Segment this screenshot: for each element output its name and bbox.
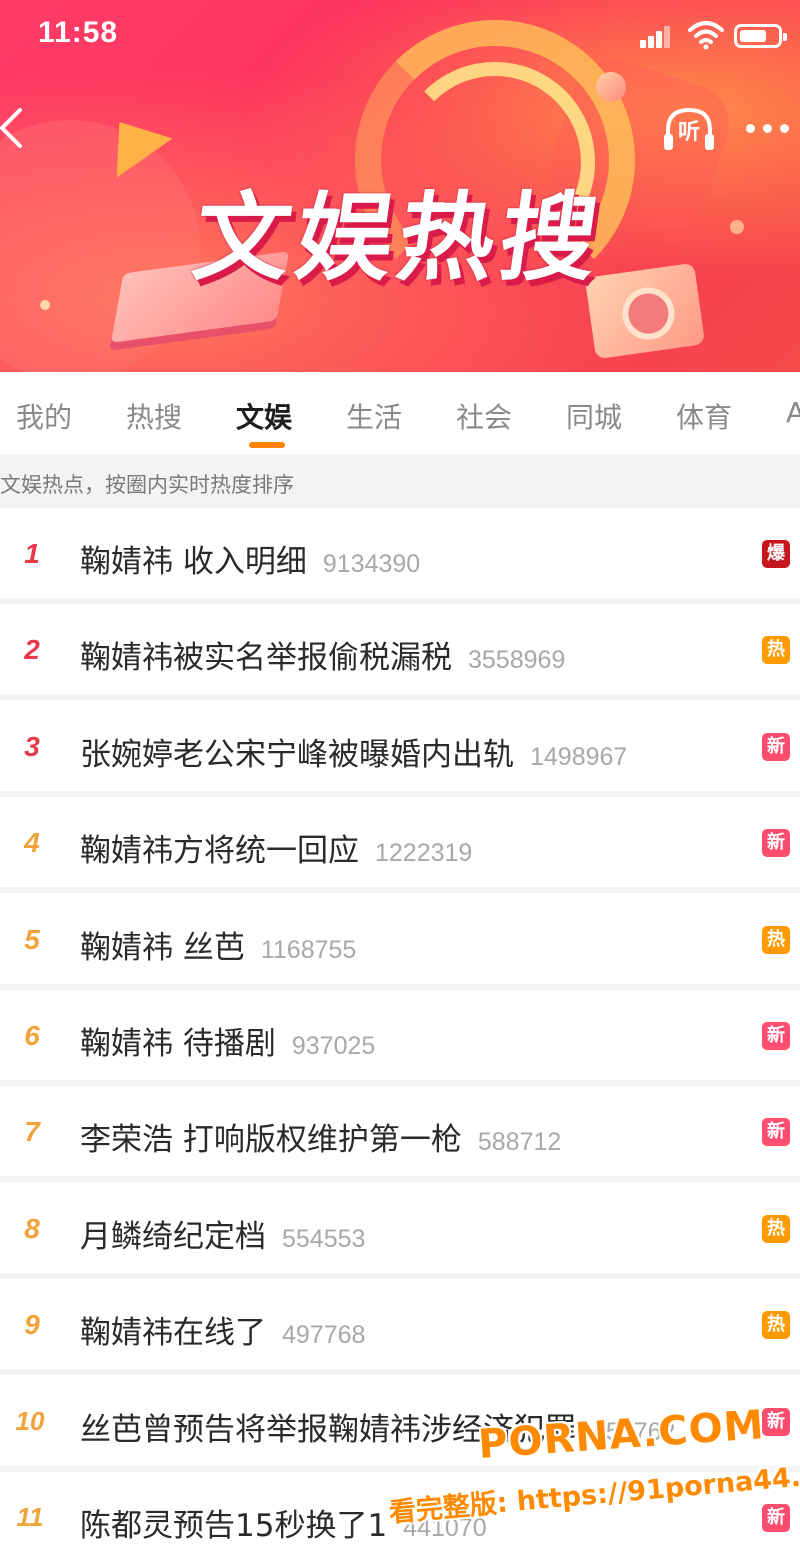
status-badge: 新 — [762, 732, 790, 761]
topic-title: 陈都灵预告15秒换了1 — [80, 1508, 388, 1544]
list-item[interactable]: 8 月鳞绮纪定档 554553 热 — [0, 1182, 800, 1279]
active-tab-indicator — [249, 442, 285, 448]
status-badge: 新 — [762, 1407, 790, 1436]
status-badge: 爆 — [762, 540, 790, 568]
status-bar: 11:58 — [0, 0, 800, 76]
rank-number: 11 — [16, 1502, 44, 1532]
battery-icon — [734, 24, 787, 48]
list-item[interactable]: 1 鞠婧祎 收入明细 9134390 爆 — [0, 508, 800, 604]
topic-title-row: 鞠婧祎被实名举报偷税漏税 3558969 — [80, 632, 565, 677]
list-item[interactable]: 6 鞠婧祎 待播剧 937025 新 — [0, 990, 800, 1086]
decor-dot — [730, 220, 744, 234]
rank-number: 2 — [24, 634, 40, 666]
list-item[interactable]: 9 鞠婧祎在线了 497768 热 — [0, 1279, 800, 1376]
rank-number: 10 — [15, 1405, 45, 1436]
heat-count: 937025 — [291, 1032, 376, 1060]
rank-number: 3 — [24, 730, 40, 762]
rank-number: 6 — [24, 1020, 40, 1051]
topic-title-row: 鞠婧祎 待播剧 937025 — [80, 1018, 375, 1063]
back-icon[interactable] — [0, 106, 34, 150]
topic-title-row: 张婉婷老公宋宁峰被曝婚内出轨 1498967 — [80, 729, 627, 774]
wifi-icon — [688, 20, 724, 50]
heat-count: 588712 — [477, 1128, 562, 1157]
more-icon[interactable] — [744, 124, 792, 136]
hint-bar: 文娱热点，按圈内实时热度排序 — [0, 454, 800, 508]
topic-title: 李荣浩 打响版权维护第一枪 — [80, 1122, 462, 1159]
tab-sports[interactable]: 体育 — [676, 396, 732, 436]
topic-title-row: 鞠婧祎方将统一回应 1222319 — [80, 825, 472, 870]
topic-title: 鞠婧祎 收入明细 — [80, 544, 307, 580]
tab-hot-search[interactable]: 热搜 — [126, 396, 182, 436]
decor-dot — [596, 72, 626, 102]
status-badge: 热 — [762, 1214, 790, 1243]
rank-number: 5 — [24, 923, 40, 955]
topic-title: 鞠婧祎被实名举报偷税漏税 — [80, 640, 452, 677]
topic-title: 鞠婧祎 丝芭 — [80, 929, 245, 966]
tab-society[interactable]: 社会 — [456, 396, 512, 436]
list-item[interactable]: 3 张婉婷老公宋宁峰被曝婚内出轨 1498967 新 — [0, 700, 800, 797]
page-title: 文娱热搜 — [186, 182, 611, 294]
tab-mine[interactable]: 我的 — [16, 396, 72, 436]
heat-count: 554553 — [282, 1224, 366, 1253]
heat-count: 1222319 — [375, 839, 473, 868]
status-badge: 新 — [762, 1022, 790, 1050]
topic-title: 月鳞绮纪定档 — [80, 1218, 266, 1255]
topic-title: 鞠婧祎在线了 — [80, 1315, 266, 1352]
listen-label: 听 — [677, 120, 700, 145]
status-badge: 新 — [762, 829, 790, 858]
list-item[interactable]: 5 鞠婧祎 丝芭 1168755 热 — [0, 893, 800, 990]
listen-button[interactable]: 听 — [660, 104, 718, 156]
category-tabs: 我的 热搜 文娱 生活 社会 同城 体育 A — [0, 372, 800, 454]
topic-title: 张婉婷老公宋宁峰被曝婚内出轨 — [80, 736, 514, 773]
topic-title-row: 月鳞绮纪定档 554553 — [80, 1211, 365, 1256]
topic-title: 鞠婧祎方将统一回应 — [80, 833, 359, 870]
list-item[interactable]: 2 鞠婧祎被实名举报偷税漏税 3558969 热 — [0, 604, 800, 701]
topic-title: 鞠婧祎 待播剧 — [80, 1026, 276, 1062]
list-item[interactable]: 7 李荣浩 打响版权维护第一枪 588712 新 — [0, 1086, 800, 1183]
heat-count: 497768 — [282, 1321, 366, 1350]
decor-dot — [40, 300, 50, 310]
topic-title-row: 李荣浩 打响版权维护第一枪 588712 — [80, 1114, 561, 1159]
header-banner: 11:58 听 文娱热搜 — [0, 0, 800, 372]
rank-number: 1 — [24, 538, 40, 569]
status-time: 11:58 — [38, 16, 119, 49]
tab-more-truncated[interactable]: A — [786, 396, 800, 429]
heat-count: 3558969 — [468, 646, 566, 675]
heat-count: 9134390 — [322, 550, 421, 578]
hint-text: 文娱热点，按圈内实时热度排序 — [0, 473, 294, 497]
status-badge: 热 — [762, 925, 790, 954]
status-badge: 新 — [762, 1504, 790, 1532]
rank-number: 9 — [24, 1309, 40, 1341]
topic-title-row: 鞠婧祎在线了 497768 — [80, 1307, 365, 1352]
status-badge: 热 — [762, 1311, 790, 1340]
status-badge: 热 — [762, 636, 790, 665]
heat-count: 1498967 — [530, 742, 628, 771]
tab-local[interactable]: 同城 — [566, 396, 622, 436]
rank-number: 4 — [24, 827, 40, 859]
rank-number: 8 — [24, 1212, 40, 1244]
cellular-signal-icon — [640, 26, 672, 48]
tab-entertainment[interactable]: 文娱 — [236, 396, 292, 436]
status-badge: 新 — [762, 1118, 790, 1147]
list-item[interactable]: 4 鞠婧祎方将统一回应 1222319 新 — [0, 797, 800, 894]
rank-number: 7 — [24, 1116, 40, 1148]
tab-life[interactable]: 生活 — [346, 396, 402, 436]
topic-title-row: 鞠婧祎 收入明细 9134390 — [80, 536, 420, 581]
heat-count: 1168755 — [260, 935, 357, 964]
topic-title-row: 鞠婧祎 丝芭 1168755 — [80, 922, 356, 967]
